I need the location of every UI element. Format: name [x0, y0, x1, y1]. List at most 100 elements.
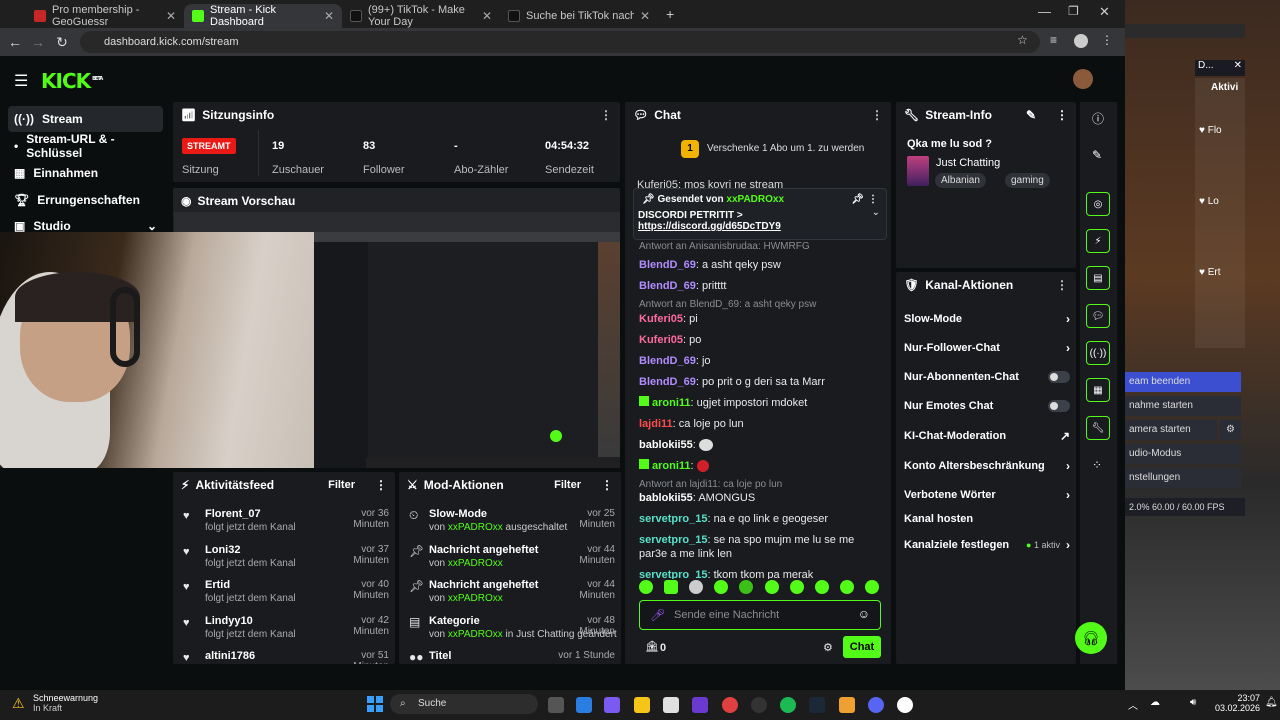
- emote-icon[interactable]: [714, 580, 729, 594]
- close-icon[interactable]: ✕: [1234, 60, 1242, 71]
- info-icon[interactable]: ⓘ: [1092, 110, 1104, 127]
- filter-button[interactable]: Filter: [328, 479, 355, 491]
- pinned-link[interactable]: https://discord.gg/d65DcTDY9: [634, 221, 886, 232]
- support-headset-icon[interactable]: 🎧︎: [1075, 622, 1107, 654]
- maximize-button[interactable]: ❐: [1068, 4, 1079, 18]
- explorer-icon[interactable]: [634, 697, 650, 713]
- tab-kick-dashboard[interactable]: Stream - Kick Dashboard ✕: [184, 4, 342, 28]
- chat-shortcut-icon[interactable]: 💬︎: [1086, 304, 1110, 328]
- emote-icon[interactable]: [814, 580, 829, 594]
- emote-icon[interactable]: [689, 580, 704, 594]
- apps-icon[interactable]: ⁘: [1092, 458, 1102, 472]
- emote-icon[interactable]: [739, 580, 754, 594]
- spotify-icon[interactable]: [780, 697, 796, 713]
- emote-icon[interactable]: [664, 580, 679, 594]
- task-view-icon[interactable]: [548, 697, 564, 713]
- gift-sub-banner[interactable]: Verschenke 1 Abo um 1. zu werden: [707, 143, 864, 154]
- bolt-shortcut-icon[interactable]: ⚡︎: [1086, 229, 1110, 253]
- menu-dots-icon[interactable]: ⋮: [868, 194, 878, 205]
- chat-input-field[interactable]: 🎤︎ Sende eine Nachricht ☺: [639, 600, 881, 630]
- pin-icon[interactable]: 📌︎: [851, 194, 864, 205]
- weather-widget[interactable]: Schneewarnung In Kraft: [33, 693, 98, 713]
- channel-goals-action[interactable]: Kanalziele festlegen ● 1 aktiv ›: [904, 538, 1070, 552]
- obs-stop-stream-button[interactable]: eam beenden: [1125, 372, 1241, 392]
- windows-start-icon[interactable]: [367, 696, 383, 712]
- chrome-icon[interactable]: [722, 697, 738, 713]
- emote-icon[interactable]: [789, 580, 804, 594]
- menu-dots-icon[interactable]: ⋮: [1056, 108, 1068, 122]
- banned-words-action[interactable]: Verbotene Wörter ›: [904, 488, 1070, 502]
- network-icon[interactable]: ☁: [1150, 697, 1160, 708]
- emote-icon[interactable]: [764, 580, 779, 594]
- layout-shortcut-icon[interactable]: ▦: [1086, 378, 1110, 402]
- obs-studio-mode-button[interactable]: udio-Modus: [1125, 444, 1241, 464]
- camera-shortcut-icon[interactable]: ◎: [1086, 192, 1110, 216]
- url-input[interactable]: dashboard.kick.com/stream: [80, 31, 1040, 53]
- bookmark-star-icon[interactable]: ☆: [1017, 33, 1028, 47]
- obs-start-virtual-camera-button[interactable]: amera starten: [1125, 420, 1217, 440]
- obs-icon[interactable]: [897, 697, 913, 713]
- tab-search-icon[interactable]: ≡: [1050, 33, 1057, 47]
- new-tab-button[interactable]: +: [666, 6, 674, 22]
- emotes-only-toggle[interactable]: [1048, 400, 1070, 412]
- age-restriction-action[interactable]: Konto Altersbeschränkung ›: [904, 459, 1070, 473]
- edit-pencil-icon[interactable]: ✎: [1092, 148, 1102, 162]
- profile-avatar-icon[interactable]: [1074, 34, 1088, 48]
- slow-mode-action[interactable]: Slow-Mode ›: [904, 312, 1070, 326]
- chevron-down-icon[interactable]: ⌄: [872, 207, 880, 218]
- clipboard-shortcut-icon[interactable]: ▤: [1086, 266, 1110, 290]
- microphone-icon[interactable]: 🎤︎: [650, 608, 665, 622]
- filter-button[interactable]: Filter: [554, 479, 581, 491]
- user-avatar[interactable]: [1073, 69, 1093, 89]
- close-icon[interactable]: ✕: [640, 9, 650, 23]
- app-icon[interactable]: [751, 697, 767, 713]
- menu-dots-icon[interactable]: ⋮: [375, 478, 387, 492]
- wrench-shortcut-icon[interactable]: 🔧︎: [1086, 416, 1110, 440]
- ai-moderation-action[interactable]: KI-Chat-Moderation ↗: [904, 429, 1070, 443]
- notification-icon[interactable]: 🔔︎: [1265, 697, 1278, 708]
- taskbar-search[interactable]: ⌕ Suche: [390, 694, 538, 714]
- follower-only-chat-action[interactable]: Nur-Follower-Chat ›: [904, 341, 1070, 355]
- minimize-button[interactable]: —: [1038, 4, 1051, 19]
- emote-icon[interactable]: [864, 580, 879, 594]
- steam-icon[interactable]: [809, 697, 825, 713]
- app-icon[interactable]: [839, 697, 855, 713]
- emoji-picker-icon[interactable]: ☺: [858, 607, 870, 621]
- menu-dots-icon[interactable]: ⋮: [601, 478, 613, 492]
- back-icon[interactable]: ←: [3, 34, 27, 50]
- copilot-icon[interactable]: [604, 697, 620, 713]
- gear-icon[interactable]: ⚙: [1220, 420, 1241, 440]
- discord-icon[interactable]: [868, 697, 884, 713]
- points-icon[interactable]: 🏦︎: [645, 640, 659, 653]
- sidebar-item-errungenschaften[interactable]: 🏆︎ Errungenschaften: [8, 187, 163, 213]
- menu-dots-icon[interactable]: ⋮: [871, 108, 883, 122]
- emote-icon[interactable]: [839, 580, 854, 594]
- send-chat-button[interactable]: Chat: [843, 636, 881, 658]
- obs-settings-button[interactable]: nstellungen: [1125, 468, 1241, 488]
- sidebar-item-stream[interactable]: ((·)) Stream: [8, 106, 163, 132]
- close-icon[interactable]: ✕: [166, 9, 176, 23]
- tab-geoguessr[interactable]: Pro membership - GeoGuessr ✕: [26, 4, 184, 28]
- close-icon[interactable]: ✕: [482, 9, 492, 23]
- host-channel-action[interactable]: Kanal hosten: [904, 513, 1070, 525]
- sub-only-toggle[interactable]: [1048, 371, 1070, 383]
- emote-icon[interactable]: [639, 580, 653, 594]
- sidebar-item-stream-url[interactable]: • Stream-URL & -Schlüssel: [8, 132, 163, 160]
- menu-dots-icon[interactable]: ⋮: [1056, 278, 1068, 292]
- close-icon[interactable]: ✕: [324, 9, 334, 23]
- menu-dots-icon[interactable]: ⋮: [600, 108, 612, 122]
- hamburger-menu-icon[interactable]: ☰: [14, 71, 28, 91]
- app-icon[interactable]: [692, 697, 708, 713]
- obs-start-recording-button[interactable]: nahme starten: [1125, 396, 1241, 416]
- tab-tiktok-search[interactable]: Suche bei TikTok nach "qka ka...✕: [500, 4, 658, 28]
- menu-dots-icon[interactable]: ⋮: [1101, 33, 1113, 47]
- sidebar-item-einnahmen[interactable]: ▦ Einnahmen: [8, 160, 163, 186]
- forward-icon[interactable]: →: [26, 34, 50, 50]
- volume-icon[interactable]: 🔊︎: [1190, 697, 1196, 708]
- clock[interactable]: 23:07 03.02.2026: [1215, 693, 1260, 713]
- reload-icon[interactable]: ↻: [50, 34, 74, 51]
- broadcast-shortcut-icon[interactable]: ((·)): [1086, 341, 1110, 365]
- tab-tiktok[interactable]: (99+) TikTok - Make Your Day ✕: [342, 4, 500, 28]
- gear-icon[interactable]: ⚙: [823, 641, 833, 654]
- close-window-button[interactable]: ✕: [1099, 4, 1110, 20]
